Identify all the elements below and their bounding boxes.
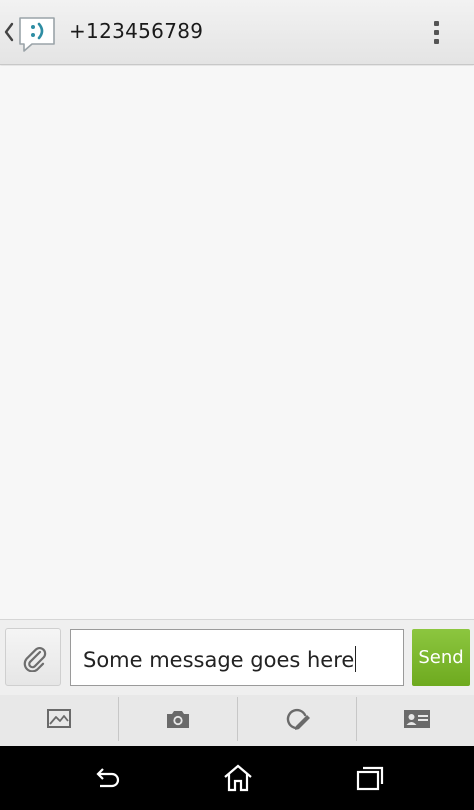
paperclip-icon: [23, 647, 47, 672]
contact-card-button[interactable]: [357, 695, 474, 746]
system-back-button[interactable]: [70, 746, 140, 810]
messaging-screen: +123456789 Some message goes here Send: [0, 0, 474, 810]
insert-picture-button[interactable]: [0, 695, 118, 746]
camera-button[interactable]: [119, 695, 237, 746]
picture-icon: [47, 709, 71, 728]
recent-apps-icon: [356, 766, 384, 791]
sketch-icon: [286, 708, 310, 730]
send-button[interactable]: Send: [412, 629, 470, 686]
camera-icon: [167, 711, 189, 728]
up-navigation-button[interactable]: [0, 0, 62, 65]
text-cursor: [355, 646, 357, 672]
system-recents-button[interactable]: [334, 746, 404, 810]
conversation-thread[interactable]: [0, 66, 474, 619]
message-input[interactable]: Some message goes here: [70, 629, 404, 686]
conversation-title: +123456789: [69, 19, 204, 43]
overflow-menu-icon[interactable]: [420, 0, 454, 65]
system-home-button[interactable]: [202, 746, 272, 810]
contact-card-icon: [404, 710, 430, 728]
messaging-app-icon: [19, 17, 55, 52]
attachment-toolbar: [0, 695, 474, 746]
back-chevron-icon: [4, 22, 14, 42]
system-navigation-bar: [0, 746, 474, 810]
action-bar: +123456789: [0, 0, 474, 65]
attach-button[interactable]: [5, 628, 61, 686]
sketch-button[interactable]: [238, 695, 356, 746]
back-icon: [96, 768, 120, 788]
message-text: Some message goes here: [83, 648, 355, 672]
home-icon: [224, 764, 252, 792]
compose-bar: Some message goes here Send: [0, 619, 474, 695]
